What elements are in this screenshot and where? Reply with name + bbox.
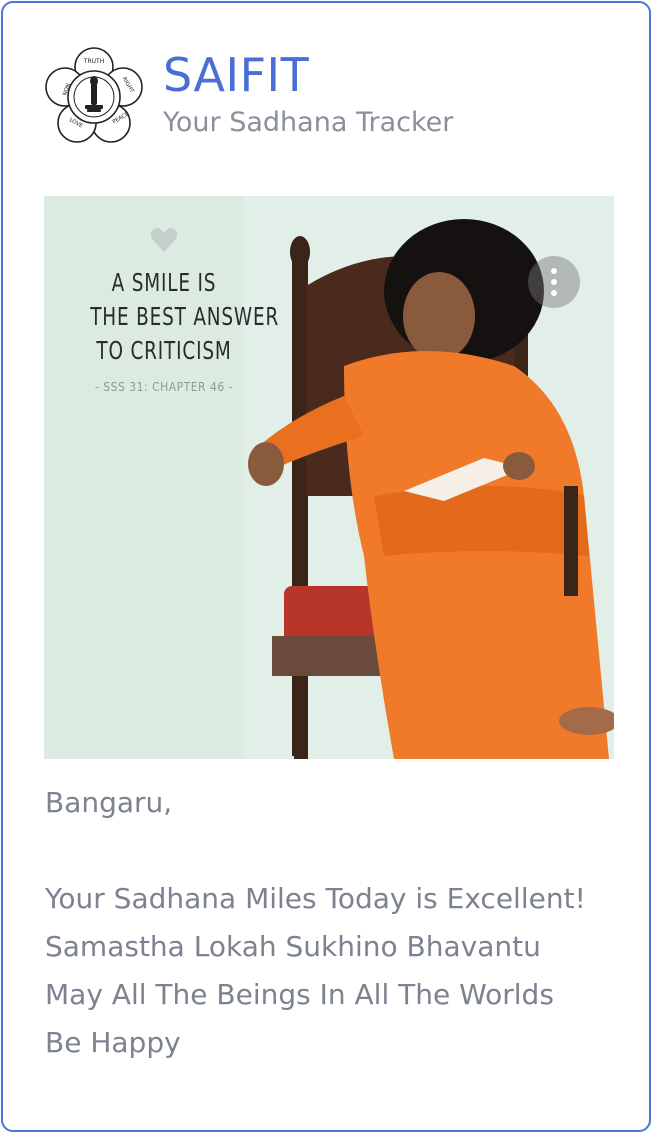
app-header: TRUTH RIGHT PEACE LOVE NON SAIFIT Your S… <box>43 45 453 149</box>
quote-line: TO CRITICISM <box>96 336 232 365</box>
more-vertical-icon[interactable] <box>528 256 580 308</box>
petal-truth: TRUTH <box>83 58 104 65</box>
message-line: Samastha Lokah Sukhino Bhavantu <box>45 930 541 963</box>
message-line: Your Sadhana Miles Today is Excellent! <box>45 882 586 915</box>
quote-line: A SMILE IS <box>111 268 217 297</box>
message-line: May All The Beings In All The Worlds <box>45 978 554 1011</box>
message-line: Be Happy <box>45 1026 181 1059</box>
app-card: TRUTH RIGHT PEACE LOVE NON SAIFIT Your S… <box>1 1 651 1132</box>
quote-source: - SSS 31: CHAPTER 46 - <box>94 380 234 394</box>
lotus-emblem-icon: TRUTH RIGHT PEACE LOVE NON <box>43 45 145 149</box>
app-title: SAIFIT <box>163 48 310 102</box>
heart-icon <box>148 224 180 256</box>
greeting-text: Bangaru, <box>45 786 173 819</box>
quote-block: A SMILE IS THE BEST ANSWER TO CRITICISM … <box>74 266 280 394</box>
hero-image[interactable]: A SMILE IS THE BEST ANSWER TO CRITICISM … <box>44 196 614 759</box>
message-block: Bangaru, Your Sadhana Miles Today is Exc… <box>45 779 625 1067</box>
quote-line: THE BEST ANSWER <box>90 302 280 331</box>
app-subtitle: Your Sadhana Tracker <box>163 107 454 138</box>
